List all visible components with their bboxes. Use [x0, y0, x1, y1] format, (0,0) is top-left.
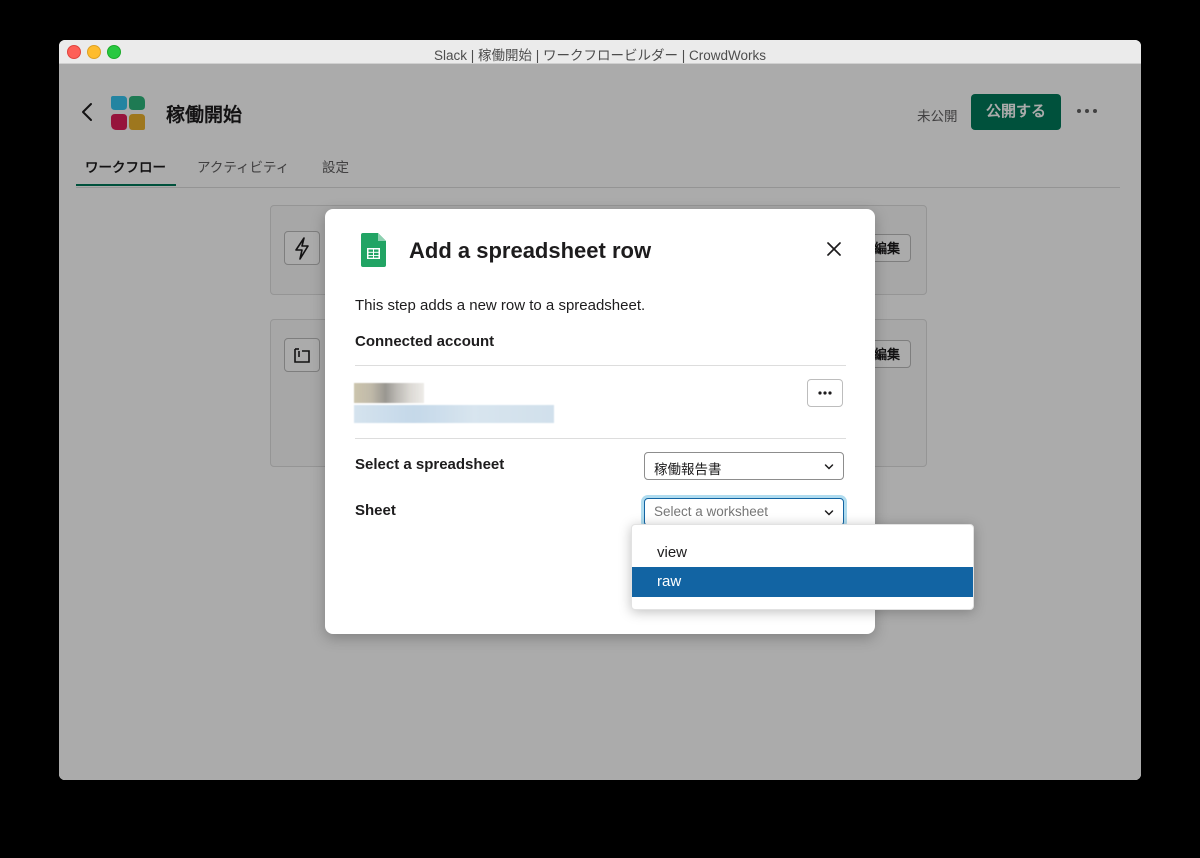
more-horizontal-icon	[818, 391, 832, 395]
title-bar: Slack | 稼働開始 | ワークフロービルダー | CrowdWorks	[59, 40, 1141, 64]
spreadsheet-select[interactable]: 稼働報告書	[644, 452, 844, 480]
chevron-down-icon	[824, 510, 834, 516]
spreadsheet-label: Select a spreadsheet	[355, 456, 505, 473]
divider	[355, 438, 846, 439]
connected-account-label: Connected account	[355, 333, 495, 350]
spreadsheet-select-value: 稼働報告書	[654, 462, 722, 477]
workflow-builder: 稼働開始 未公開 公開する ワークフロー アクティビティ 設定 編集 編集 Ad…	[59, 64, 1141, 780]
account-more-button[interactable]	[807, 379, 843, 407]
sheet-label: Sheet	[355, 502, 396, 519]
divider	[355, 365, 846, 366]
chevron-down-icon	[824, 464, 834, 470]
worksheet-option-raw[interactable]: raw	[632, 567, 973, 597]
worksheet-option-view[interactable]: view	[632, 538, 973, 568]
account-name-redacted	[354, 383, 424, 403]
worksheet-select-placeholder: Select a worksheet	[654, 504, 769, 519]
account-email-redacted	[354, 405, 554, 423]
worksheet-dropdown-menu: view raw	[631, 524, 974, 610]
modal-title: Add a spreadsheet row	[409, 238, 652, 263]
window-title: Slack | 稼働開始 | ワークフロービルダー | CrowdWorks	[433, 48, 767, 63]
modal-description: This step adds a new row to a spreadshee…	[355, 297, 646, 314]
close-modal-button[interactable]	[822, 237, 846, 261]
google-sheets-icon	[361, 233, 386, 267]
worksheet-select[interactable]: Select a worksheet	[644, 498, 844, 526]
close-icon	[827, 242, 841, 256]
app-window: Slack | 稼働開始 | ワークフロービルダー | CrowdWorks 稼…	[59, 40, 1141, 780]
